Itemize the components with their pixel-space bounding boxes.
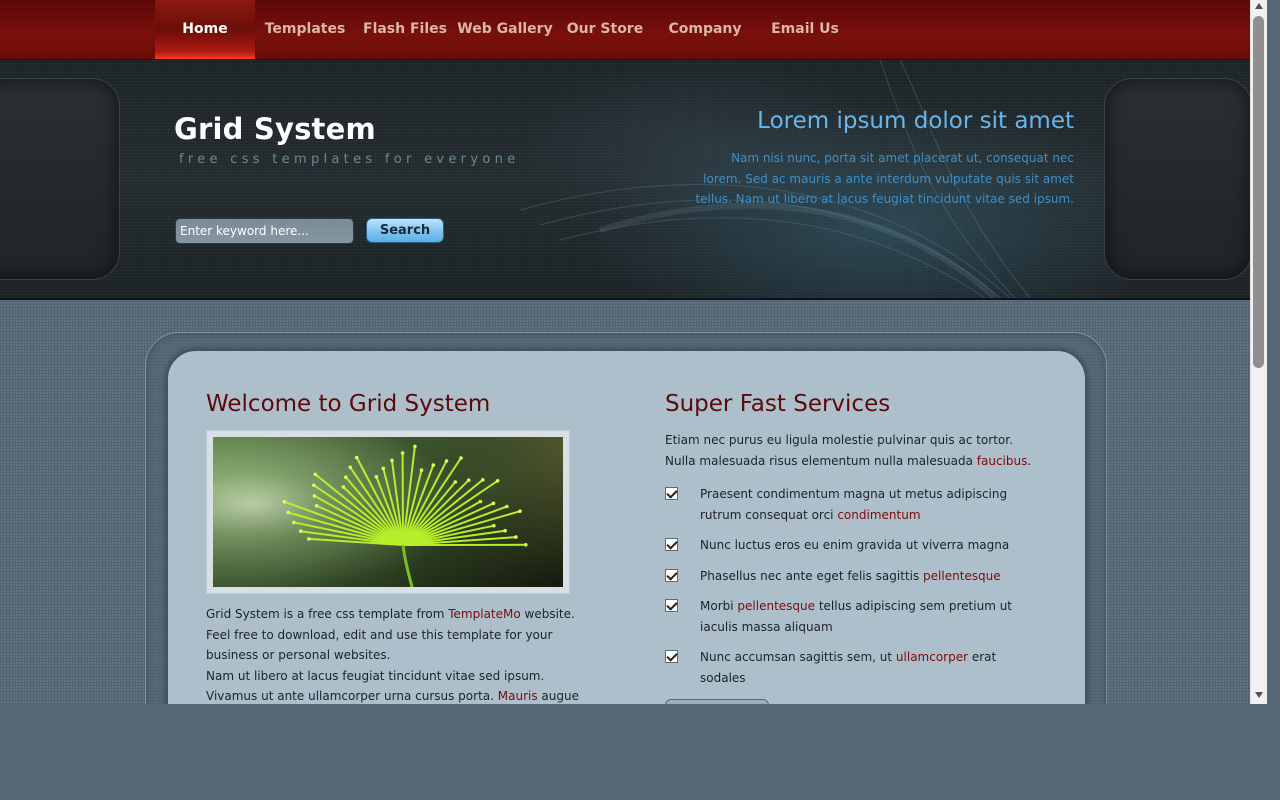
site-title[interactable]: Grid System [174, 112, 376, 146]
welcome-paragraph-1: Grid System is a free css template from … [206, 604, 581, 666]
more-button[interactable] [665, 699, 769, 704]
site-tagline: free css templates for everyone [179, 152, 520, 167]
text-span: Nunc accumsan sagittis sem, ut [700, 650, 896, 664]
list-item: Nunc accumsan sagittis sem, ut ullamcorp… [665, 647, 1035, 688]
welcome-image-frame [206, 430, 570, 594]
scrollbar-thumb[interactable] [1253, 16, 1264, 368]
checkbox-checked-icon [665, 487, 678, 500]
welcome-text: Grid System is a free css template from … [206, 604, 581, 704]
checkbox-checked-icon [665, 568, 678, 582]
vertical-scrollbar[interactable] [1250, 0, 1267, 704]
header-side-panel-left [0, 78, 120, 280]
nav-item-company[interactable]: Company [655, 0, 755, 59]
page-viewport: Home Templates Flash Files Web Gallery O… [0, 0, 1250, 704]
text-span: . [1027, 454, 1032, 468]
nav-item-home[interactable]: Home [155, 0, 255, 59]
condimentum-link[interactable]: condimentum [837, 508, 920, 522]
text-span: Nunc luctus eros eu enim gravida ut vive… [700, 538, 1010, 552]
search-input[interactable] [175, 218, 354, 244]
header-heading: Lorem ipsum dolor sit amet [757, 108, 1074, 134]
services-heading: Super Fast Services [665, 391, 891, 417]
services-checklist: Praesent condimentum magna ut metus adip… [665, 484, 1035, 698]
text-span: Morbi [700, 599, 738, 613]
checkbox-checked-icon [665, 538, 678, 551]
header-banner: Grid System free css templates for every… [0, 60, 1250, 300]
content-panel: Welcome to Grid System Grid System is a … [166, 349, 1087, 704]
nav-menu: Home Templates Flash Files Web Gallery O… [155, 0, 855, 59]
flower-photo [213, 437, 563, 587]
pellentesque-link[interactable]: pellentesque [737, 599, 815, 613]
top-navigation: Home Templates Flash Files Web Gallery O… [0, 0, 1250, 60]
ullamcorper-link[interactable]: ullamcorper [896, 650, 968, 664]
list-item: Praesent condimentum magna ut metus adip… [665, 484, 1035, 525]
list-item: Phasellus nec ante eget felis sagittis p… [665, 566, 1035, 587]
services-intro: Etiam nec purus eu ligula molestie pulvi… [665, 430, 1035, 472]
text-span: Phasellus nec ante eget felis sagittis [700, 568, 924, 583]
nav-item-templates[interactable]: Templates [255, 0, 355, 59]
welcome-heading: Welcome to Grid System [206, 391, 491, 417]
checkbox-checked-icon [665, 599, 678, 612]
text-span: Nam ut libero at lacus feugiat tincidunt… [206, 668, 545, 704]
scroll-down-arrow-icon[interactable] [1255, 692, 1263, 698]
nav-item-our-store[interactable]: Our Store [555, 0, 655, 59]
nav-item-email-us[interactable]: Email Us [755, 0, 855, 59]
faucibus-link[interactable]: faucibus [977, 454, 1028, 468]
welcome-paragraph-2: Nam ut libero at lacus feugiat tincidunt… [206, 666, 581, 705]
text-span: Grid System is a free css template from [206, 607, 449, 621]
checkbox-checked-icon [665, 650, 678, 663]
mauris-link[interactable]: Mauris [498, 689, 538, 703]
pellentesque-link[interactable]: pellentesque [923, 569, 1001, 583]
nav-item-web-gallery[interactable]: Web Gallery [455, 0, 555, 59]
header-side-panel-right [1104, 78, 1250, 280]
text-span: Etiam nec purus eu ligula molestie pulvi… [665, 433, 1013, 468]
scroll-up-arrow-icon[interactable] [1255, 3, 1263, 9]
nav-item-flash-files[interactable]: Flash Files [355, 0, 455, 59]
header-text: Nam nisi nunc, porta sit amet placerat u… [695, 151, 1074, 206]
templatemo-link[interactable]: TemplateMo [448, 607, 520, 621]
list-item: Nunc luctus eros eu enim gravida ut vive… [665, 535, 1035, 556]
search-button[interactable]: Search [366, 218, 444, 243]
list-item: Morbi pellentesque tellus adipiscing sem… [665, 596, 1035, 637]
